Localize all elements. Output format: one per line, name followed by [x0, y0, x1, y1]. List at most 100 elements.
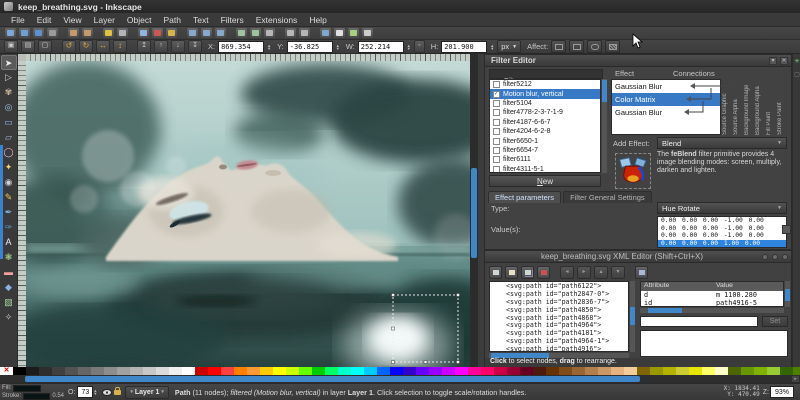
copy-icon[interactable] [138, 28, 149, 38]
node-attributes-icon[interactable] [635, 266, 648, 279]
align-dialog-icon[interactable] [362, 28, 373, 38]
fill-swatch[interactable] [13, 385, 41, 392]
undo-icon[interactable] [103, 28, 114, 38]
palette-swatch[interactable] [572, 367, 585, 375]
y-spinner[interactable]: ▲▼ [336, 44, 340, 50]
zoom-page-icon[interactable] [215, 28, 226, 38]
x-input[interactable]: 869.354 [218, 41, 264, 53]
new-element-node-icon[interactable] [489, 266, 502, 279]
palette-swatch[interactable] [650, 367, 663, 375]
menu-edit[interactable]: Edit [32, 14, 57, 26]
xml-node-row[interactable]: <svg:path id="path2836-7"> [490, 298, 628, 306]
palette-swatch[interactable] [377, 367, 390, 375]
tab-effect-parameters[interactable]: Effect parameters [488, 191, 561, 203]
rotate-cw-button[interactable]: ↻ [79, 40, 93, 53]
canvas-hscroll-thumb[interactable] [25, 376, 640, 382]
scale-stroke-toggle[interactable] [551, 40, 566, 53]
lower-button[interactable]: ↓ [171, 40, 185, 53]
add-effect-dropdown[interactable]: Blend▼ [657, 137, 787, 149]
palette-swatch[interactable] [429, 367, 442, 375]
palette-swatch[interactable] [143, 367, 156, 375]
dock-menu-icon[interactable]: ▾ [769, 57, 777, 65]
width-input[interactable]: 252.214 [358, 41, 404, 53]
menu-file[interactable]: File [6, 14, 30, 26]
scroll-right-icon[interactable]: ▸ [792, 376, 799, 382]
move-node-down-icon[interactable]: ▾ [611, 266, 625, 279]
flip-vertical-button[interactable]: ↕ [113, 40, 127, 53]
palette-swatch[interactable] [182, 367, 195, 375]
height-input[interactable]: 201.900 [441, 41, 487, 53]
palette-swatch[interactable] [455, 367, 468, 375]
palette-swatch[interactable] [338, 367, 351, 375]
lock-ratio-icon[interactable]: ◦ [414, 40, 425, 53]
palette-swatch[interactable] [793, 367, 800, 375]
paste-icon[interactable] [166, 28, 177, 38]
menu-extensions[interactable]: Extensions [251, 14, 303, 26]
palette-swatch[interactable] [364, 367, 377, 375]
matrix-row[interactable]: 0.00 0.00 0.00 -1.00 0.00 [658, 225, 786, 233]
layer-dropdown[interactable]: ▾ Layer 1 ▾ [125, 386, 169, 399]
select-all-layers-button[interactable]: ▤ [21, 40, 35, 53]
flip-horizontal-button[interactable]: ↔ [96, 40, 110, 53]
palette-swatch[interactable] [702, 367, 715, 375]
xml-editor-icon[interactable] [348, 28, 359, 38]
eraser-tool[interactable]: ▬ [1, 265, 17, 280]
xml-node-row[interactable]: <svg:path id="path4850"> [490, 306, 628, 314]
zoom-drawing-icon[interactable] [201, 28, 212, 38]
print-icon[interactable] [47, 28, 58, 38]
palette-swatch[interactable] [208, 367, 221, 375]
duplicate-node-icon[interactable] [521, 266, 534, 279]
rectangle-tool[interactable]: ▭ [1, 115, 17, 130]
menu-layer[interactable]: Layer [89, 14, 120, 26]
palette-swatch[interactable] [468, 367, 481, 375]
palette-swatch[interactable] [390, 367, 403, 375]
palette-swatch[interactable] [728, 367, 741, 375]
canvas-horizontal-scrollbar[interactable]: ▸ [0, 375, 800, 383]
filter-checkbox[interactable] [493, 147, 500, 154]
new-text-node-icon[interactable] [505, 266, 518, 279]
palette-swatch[interactable] [325, 367, 338, 375]
select-all-button[interactable]: ▣ [4, 40, 18, 53]
stroke-swatch[interactable] [23, 393, 50, 400]
effect-row[interactable]: Gaussian Blur [612, 80, 720, 93]
matrix-row[interactable]: 0.00 0.00 0.00 1.00 0.00 [658, 240, 786, 248]
group-icon[interactable] [285, 28, 296, 38]
canvas-artwork[interactable] [26, 61, 470, 367]
filter-list-item[interactable]: filter5104 [490, 99, 600, 108]
ungroup-icon[interactable] [299, 28, 310, 38]
xml-close-icon[interactable] [782, 254, 788, 260]
filter-list-item[interactable]: filter4187-6-6-7 [490, 118, 600, 127]
filter-checkbox[interactable] [493, 109, 500, 116]
palette-swatch[interactable] [130, 367, 143, 375]
palette-swatch[interactable] [169, 367, 182, 375]
node-editor-tool[interactable]: ▷ [1, 70, 17, 85]
palette-swatch[interactable] [195, 367, 208, 375]
filter-list-item[interactable]: filter4311-5-1 [490, 165, 600, 173]
xml-node-row[interactable]: <svg:path id="path4964-1"> [490, 337, 628, 345]
menu-object[interactable]: Object [122, 14, 157, 26]
palette-swatch[interactable] [559, 367, 572, 375]
palette-swatch[interactable] [312, 367, 325, 375]
gradient-tool[interactable]: ▧ [1, 295, 17, 310]
raise-button[interactable]: ↑ [154, 40, 168, 53]
move-gradients-toggle[interactable] [587, 40, 602, 53]
palette-swatch[interactable] [637, 367, 650, 375]
import-icon[interactable] [68, 28, 79, 38]
palette-swatch[interactable] [767, 367, 780, 375]
palette-swatch[interactable] [520, 367, 533, 375]
xml-node-row[interactable]: <svg:path id="path6122"> [490, 282, 628, 290]
move-patterns-toggle[interactable] [605, 40, 620, 53]
matrix-expand-button[interactable] [782, 225, 791, 234]
lower-to-bottom-button[interactable]: ↧ [188, 40, 202, 53]
palette-swatch[interactable] [52, 367, 65, 375]
palette-swatch[interactable] [39, 367, 52, 375]
palette-swatch[interactable] [546, 367, 559, 375]
palette-none-swatch[interactable]: ✕ [0, 367, 13, 375]
palette-swatch[interactable] [663, 367, 676, 375]
palette-swatch[interactable] [117, 367, 130, 375]
palette-swatch[interactable] [260, 367, 273, 375]
new-document-icon[interactable] [5, 28, 16, 38]
zoom-tool[interactable]: ◎ [1, 100, 17, 115]
palette-swatch[interactable] [689, 367, 702, 375]
filter-list-item[interactable]: filter4204-6-2-8 [490, 127, 600, 136]
